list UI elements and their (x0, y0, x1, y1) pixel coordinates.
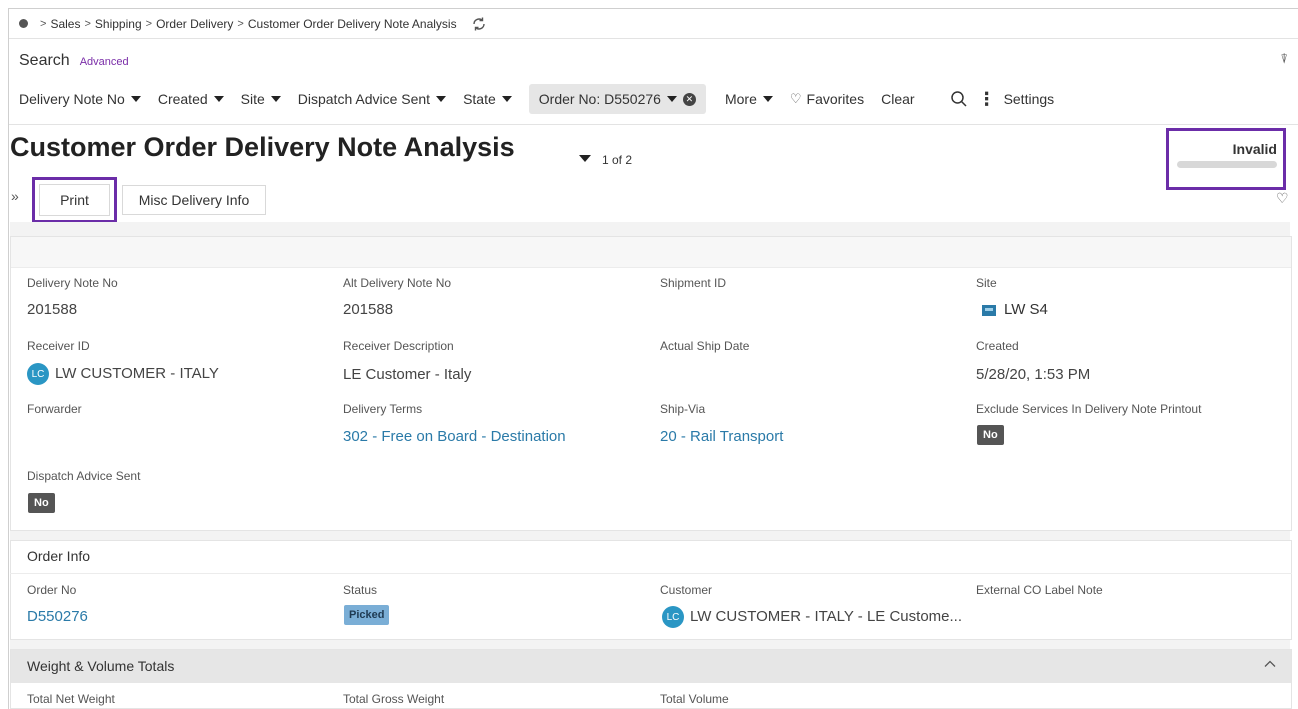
order-no-link[interactable]: D550276 (27, 608, 88, 625)
ship-via-label: Ship-Via (660, 402, 706, 416)
receiver-description-label: Receiver Description (343, 339, 454, 353)
order-no-label: Order No (27, 583, 77, 597)
caret-down-icon (436, 96, 447, 102)
settings-link[interactable]: Settings (1004, 91, 1055, 107)
misc-delivery-info-button[interactable]: Misc Delivery Info (122, 185, 266, 215)
caret-down-icon (762, 96, 773, 102)
receiver-description-value: LE Customer - Italy (343, 366, 472, 383)
filter-state[interactable]: State (463, 91, 512, 107)
filter-site[interactable]: Site (241, 91, 281, 107)
breadcrumb-current: Customer Order Delivery Note Analysis (247, 16, 457, 31)
chevron-right-icon: > (237, 17, 244, 30)
avatar: LC (662, 606, 684, 628)
delivery-note-no-value: 201588 (27, 301, 78, 318)
breadcrumb: > Sales > Shipping > Order Delivery > Cu… (9, 9, 1298, 39)
chevron-right-icon: > (145, 17, 153, 30)
receiver-id-label: Receiver ID (27, 339, 90, 353)
status-progress-bar (1177, 161, 1277, 168)
filter-created[interactable]: Created (158, 91, 224, 107)
avatar: LC (27, 363, 49, 385)
heart-icon: ♡ (789, 91, 802, 106)
filter-bar: Delivery Note No Created Site Dispatch A… (9, 84, 1298, 114)
caret-down-icon (501, 96, 512, 102)
status-label: Status (343, 583, 378, 597)
breadcrumb-order-delivery[interactable]: Order Delivery (156, 17, 233, 31)
caret-down-icon (130, 96, 141, 102)
clear-filter-icon[interactable]: ✕ (682, 92, 696, 106)
divider (10, 573, 1292, 574)
search-label: Search (19, 52, 70, 69)
order-info-title: Order Info (27, 548, 91, 564)
exclude-services-label: Exclude Services In Delivery Note Printo… (976, 402, 1202, 416)
delivery-terms-label: Delivery Terms (343, 402, 423, 416)
total-gross-weight-label: Total Gross Weight (343, 692, 445, 706)
favorites-button[interactable]: ♡ Favorites (790, 91, 864, 107)
filter-delivery-note-no[interactable]: Delivery Note No (19, 91, 141, 107)
clear-button[interactable]: Clear (881, 91, 914, 107)
created-value: 5/28/20, 1:53 PM (976, 366, 1091, 383)
exclude-services-badge: No (977, 425, 1004, 445)
search-icon[interactable] (950, 90, 968, 108)
home-icon[interactable] (19, 19, 28, 28)
title-dropdown-icon[interactable] (579, 155, 591, 162)
receiver-id-value[interactable]: LC LW CUSTOMER - ITALY (27, 363, 219, 385)
chevron-up-icon[interactable] (1263, 657, 1277, 671)
external-co-label-note-label: External CO Label Note (976, 583, 1103, 597)
caret-down-icon (666, 96, 677, 102)
page-title: Customer Order Delivery Note Analysis (10, 132, 515, 162)
more-options-icon[interactable]: ⋮ (978, 90, 996, 108)
status-badge: Picked (344, 605, 390, 625)
print-button[interactable]: Print (32, 177, 117, 223)
dispatch-advice-sent-badge: No (28, 493, 55, 513)
pin-icon[interactable]: ⍒ (1280, 51, 1288, 67)
caret-down-icon (213, 96, 224, 102)
state-indicator: Invalid (1166, 128, 1286, 190)
delivery-note-no-label: Delivery Note No (27, 276, 118, 290)
chevron-right-icon: > (40, 17, 47, 30)
actual-ship-date-label: Actual Ship Date (660, 339, 750, 353)
created-label: Created (976, 339, 1019, 353)
card-header (11, 237, 1291, 268)
search-panel: Search Advanced ⍒ Delivery Note No Creat… (9, 39, 1298, 125)
active-filter-order-no[interactable]: Order No: D550276 ✕ (528, 84, 706, 114)
site-icon (982, 304, 996, 316)
ship-via-link[interactable]: 20 - Rail Transport (660, 428, 783, 445)
alt-delivery-note-no-value: 201588 (343, 301, 394, 318)
filter-dispatch-advice-sent[interactable]: Dispatch Advice Sent (298, 91, 447, 107)
filter-more[interactable]: More (725, 91, 773, 107)
site-value[interactable]: LW S4 (982, 301, 1048, 318)
breadcrumb-shipping[interactable]: Shipping (95, 17, 142, 31)
weight-volume-card (10, 649, 1292, 709)
advanced-search-link[interactable]: Advanced (80, 56, 129, 68)
alt-delivery-note-no-label: Alt Delivery Note No (343, 276, 452, 290)
status-label: Invalid (1232, 141, 1277, 157)
forwarder-label: Forwarder (27, 402, 82, 416)
record-count: 1 of 2 (602, 153, 633, 167)
site-label: Site (976, 276, 997, 290)
caret-down-icon (270, 96, 281, 102)
favorite-heart-icon[interactable]: ♡ (1276, 190, 1289, 207)
refresh-icon[interactable] (471, 16, 487, 32)
total-net-weight-label: Total Net Weight (27, 692, 115, 706)
shipment-id-label: Shipment ID (660, 276, 727, 290)
breadcrumb-sales[interactable]: Sales (50, 17, 80, 31)
customer-label: Customer (660, 583, 713, 597)
total-volume-label: Total Volume (660, 692, 729, 706)
weight-volume-header[interactable] (11, 650, 1291, 683)
customer-value[interactable]: LC LW CUSTOMER - ITALY - LE Custome... (662, 606, 962, 628)
chevron-right-icon: > (84, 17, 91, 30)
dispatch-advice-sent-label: Dispatch Advice Sent (27, 469, 141, 483)
delivery-terms-link[interactable]: 302 - Free on Board - Destination (343, 428, 566, 445)
weight-volume-title: Weight & Volume Totals (27, 658, 175, 674)
expand-navigator-icon[interactable]: » (11, 188, 19, 204)
